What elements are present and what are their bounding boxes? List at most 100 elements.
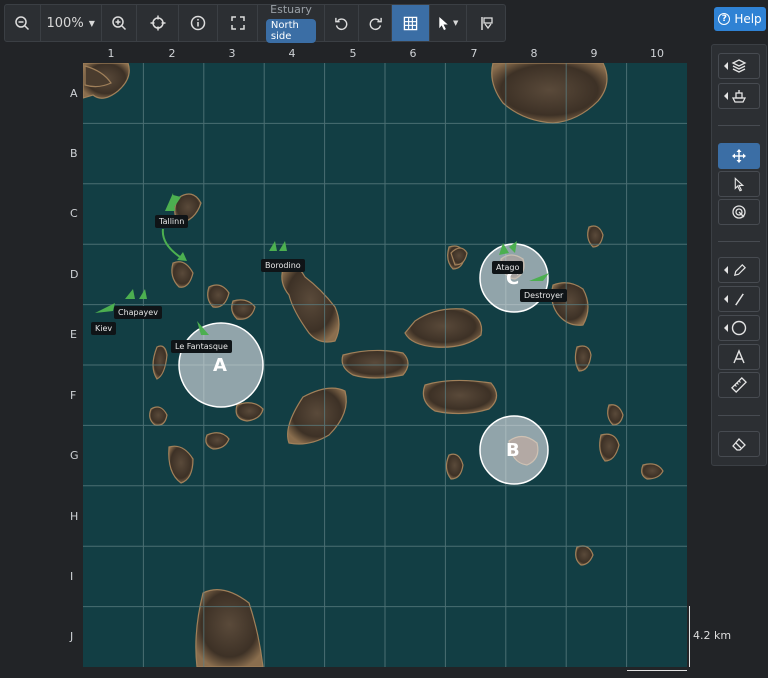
- grid-col-label: 10: [650, 47, 664, 60]
- fullscreen-button[interactable]: [218, 5, 258, 41]
- expand-left-icon: [724, 295, 728, 303]
- map-canvas[interactable]: A B C Tallinn Borodino Chapayev Kiev Le …: [83, 63, 687, 667]
- grid-col-label: 1: [107, 47, 115, 60]
- grid-row-label: A: [70, 87, 78, 100]
- ships-menu-button[interactable]: [718, 83, 760, 109]
- grid-row-label: G: [70, 449, 79, 462]
- grid-row-label: D: [70, 268, 79, 281]
- grid-row-label: B: [70, 147, 78, 160]
- grid-col-label: 2: [168, 47, 176, 60]
- layers-button[interactable]: [718, 53, 760, 79]
- expand-left-icon: [724, 62, 728, 70]
- line-icon: [734, 292, 744, 306]
- grid-col-label: 8: [530, 47, 538, 60]
- move-icon: [732, 149, 746, 163]
- cursor-arrow-icon: [439, 16, 448, 30]
- map-layer: [83, 63, 687, 667]
- ship-label-chapayev[interactable]: Chapayev: [114, 306, 162, 319]
- ship-label-tallinn[interactable]: Tallinn: [155, 215, 189, 228]
- zoom-level-value: 100%: [46, 15, 84, 31]
- question-icon: ?: [718, 13, 731, 25]
- cursor-arrow-icon: [734, 176, 744, 192]
- expand-left-icon: [724, 92, 728, 100]
- location-title: Estuary: [270, 3, 312, 16]
- line-tool-button[interactable]: [718, 286, 760, 312]
- text-icon: [733, 349, 745, 364]
- expand-left-icon: [724, 266, 728, 274]
- panel-divider: [718, 415, 760, 416]
- cap-a-label: A: [213, 355, 227, 376]
- pan-tool-button[interactable]: [718, 143, 760, 169]
- ping-tool-button[interactable]: [718, 199, 760, 225]
- zoom-out-button[interactable]: [5, 5, 41, 41]
- grid-row-label: E: [70, 328, 77, 341]
- ping-target-icon: [732, 205, 746, 219]
- zoom-out-icon: [15, 16, 30, 31]
- grid-col-label: 4: [288, 47, 296, 60]
- top-toolbar: 100% ▼ Estuary North side ▼: [4, 3, 506, 43]
- scale-bar-horizontal: [627, 670, 687, 671]
- scale-bar-vertical: [689, 606, 690, 667]
- ship-label-destroyer[interactable]: Destroyer: [520, 289, 568, 302]
- ship-borodino-icon: [279, 241, 287, 251]
- location-side-badge: North side: [265, 19, 317, 43]
- help-label: Help: [734, 12, 762, 26]
- grid-row-label: C: [70, 207, 78, 220]
- grid-row-label: I: [70, 570, 74, 583]
- circle-tool-button[interactable]: [718, 315, 760, 341]
- ruler-tool-button[interactable]: [718, 372, 760, 398]
- redo-button[interactable]: [359, 5, 393, 41]
- fullscreen-icon: [230, 16, 245, 30]
- grid-col-label: 6: [409, 47, 417, 60]
- circle-icon: [731, 320, 747, 336]
- zoom-in-button[interactable]: [102, 5, 138, 41]
- pencil-icon: [733, 263, 746, 276]
- grid-toggle-button[interactable]: [392, 5, 430, 41]
- grid-row-label: J: [70, 630, 74, 643]
- crosshair-icon: [150, 15, 166, 31]
- grid-lines: [83, 63, 687, 667]
- grid-row-label: F: [70, 389, 77, 402]
- ship-label-le-fantasque[interactable]: Le Fantasque: [171, 340, 232, 353]
- eraser-tool-button[interactable]: [718, 431, 760, 457]
- select-tool-button[interactable]: [718, 171, 760, 197]
- redo-icon: [369, 17, 382, 30]
- ruler-icon: [731, 377, 747, 393]
- caret-down-icon: ▼: [88, 18, 95, 28]
- ship-icon: [731, 90, 747, 103]
- grid-row-label: H: [70, 510, 79, 523]
- caret-down-icon: ▼: [453, 19, 459, 27]
- location-selector[interactable]: Estuary North side: [258, 3, 326, 43]
- center-map-button[interactable]: [137, 5, 179, 41]
- ship-marker-icon: [481, 17, 493, 30]
- layers-icon: [731, 59, 747, 73]
- zoom-in-icon: [112, 16, 127, 31]
- info-button[interactable]: [179, 5, 219, 41]
- ship-chapayev-icon: [125, 289, 135, 299]
- grid-icon: [403, 16, 418, 30]
- pointer-mode-dropdown[interactable]: ▼: [430, 5, 468, 41]
- zoom-level-dropdown[interactable]: 100% ▼: [41, 5, 102, 41]
- panel-divider: [718, 241, 760, 242]
- help-button[interactable]: ? Help: [714, 7, 766, 31]
- grid-col-label: 5: [349, 47, 357, 60]
- undo-button[interactable]: [325, 5, 359, 41]
- text-tool-button[interactable]: [718, 344, 760, 370]
- tools-panel: [711, 44, 767, 466]
- grid-col-label: 7: [470, 47, 478, 60]
- expand-left-icon: [724, 324, 728, 332]
- ship-label-atago[interactable]: Atago: [492, 261, 524, 274]
- pencil-tool-button[interactable]: [718, 257, 760, 283]
- cap-b-label: B: [506, 440, 520, 461]
- ship-placement-button[interactable]: [467, 5, 505, 41]
- undo-icon: [335, 17, 348, 30]
- ship-label-kiev[interactable]: Kiev: [91, 322, 117, 335]
- scale-label: 4.2 km: [693, 629, 732, 642]
- eraser-icon: [732, 438, 746, 451]
- info-icon: [190, 15, 206, 31]
- panel-divider: [718, 125, 760, 126]
- ship-borodino-icon: [269, 241, 277, 251]
- ship-label-borodino[interactable]: Borodino: [261, 259, 305, 272]
- grid-col-label: 3: [228, 47, 236, 60]
- grid-col-label: 9: [590, 47, 598, 60]
